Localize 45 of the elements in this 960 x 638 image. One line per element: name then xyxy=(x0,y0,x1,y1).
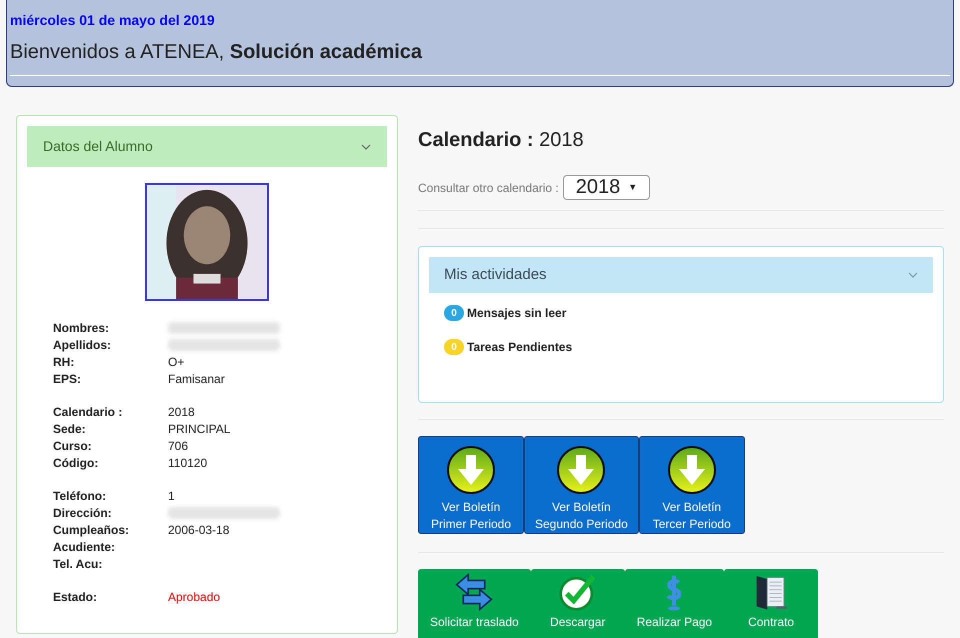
field-label: Teléfono: xyxy=(53,488,108,504)
report-button[interactable]: Ver Boletín Primer Periodo xyxy=(418,436,524,534)
panel-title: Mis actividades xyxy=(444,264,547,285)
check-circle-icon xyxy=(558,573,597,611)
field-value: 1 xyxy=(168,488,175,504)
field-value: 2006-03-18 xyxy=(168,522,230,538)
two-way-arrows-icon xyxy=(455,573,494,611)
report-button[interactable]: Ver Boletín Tercer Periodo xyxy=(638,436,745,534)
field-label: Nombres: xyxy=(53,320,110,336)
field-value: 110120 xyxy=(168,454,208,472)
field-label: Estado: xyxy=(53,588,98,606)
panel-title: Datos del Alumno xyxy=(43,137,153,156)
activity-label: Mensajes sin leer xyxy=(467,305,566,322)
select-label: Consultar otro calendario : xyxy=(418,180,559,196)
field-label: Cumpleaños: xyxy=(53,522,130,538)
field-label: EPS: xyxy=(53,370,82,388)
welcome-title: Bienvenidos a ATENEA, Solución académica xyxy=(10,37,950,76)
panel-header[interactable]: Mis actividades xyxy=(429,257,933,293)
field-label: Acudiente: xyxy=(53,538,116,556)
action-button[interactable]: Solicitar traslado xyxy=(418,569,531,638)
date-text: miércoles 01 de mayo del 2019 xyxy=(10,11,216,30)
action-button[interactable]: Descargar xyxy=(530,569,625,638)
count-badge: 0 xyxy=(444,305,464,321)
field-label: Calendario : xyxy=(53,404,124,420)
field-value: 2018 xyxy=(168,404,195,420)
activity-label: Tareas Pendientes xyxy=(467,339,572,356)
report-button[interactable]: Ver Boletín Segundo Periodo xyxy=(524,436,639,534)
field-value: PRINCIPAL xyxy=(168,420,230,438)
count-badge: 0 xyxy=(444,339,464,355)
field-value: Famisanar xyxy=(168,370,225,388)
panel-header[interactable]: Datos del Alumno xyxy=(27,126,387,167)
field-label: Tel. Acu: xyxy=(53,556,104,572)
field-label: Dirección: xyxy=(53,504,113,522)
year-select[interactable]: 2018 ▼ xyxy=(562,175,650,200)
field-value: 706 xyxy=(168,438,188,454)
field-label: Código: xyxy=(53,454,100,472)
field-label: RH: xyxy=(53,354,76,370)
calendar-title: Calendario : 2018 xyxy=(418,128,585,153)
field-label: Curso: xyxy=(53,438,93,454)
action-button[interactable]: Realizar Pago xyxy=(624,569,724,638)
action-button[interactable]: Contrato xyxy=(724,569,818,638)
field-label: Apellidos: xyxy=(53,336,112,354)
field-value: O+ xyxy=(168,354,184,370)
field-value: Aprobado xyxy=(168,588,220,606)
field-label: Sede: xyxy=(53,420,87,438)
